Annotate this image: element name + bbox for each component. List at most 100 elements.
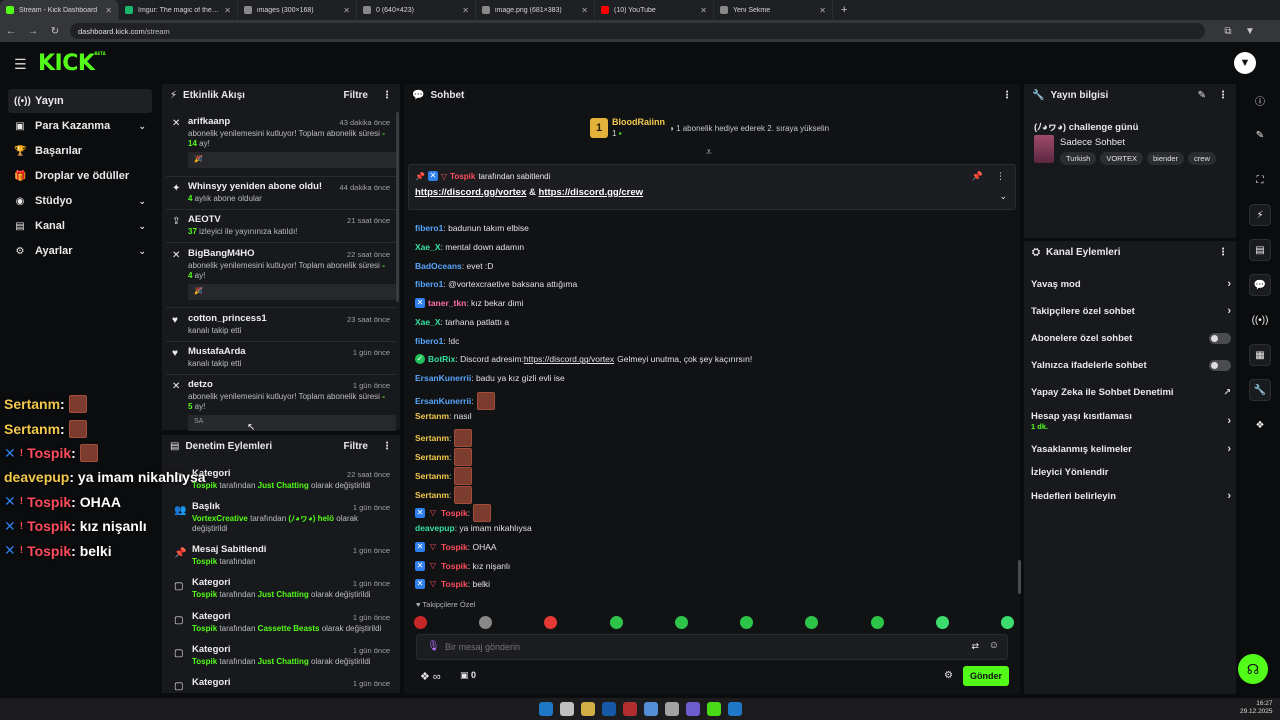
sparkle-icon[interactable]: ❖	[1249, 414, 1271, 436]
more-icon[interactable]: ⋮	[1218, 247, 1228, 258]
chevron-right-icon[interactable]: ›	[1227, 305, 1231, 317]
chat-scrollbar[interactable]	[1018, 560, 1021, 594]
taskbar-app-icon[interactable]	[601, 702, 616, 716]
chat-link[interactable]: https://discord.gg/vortex	[524, 354, 614, 364]
stream-tag[interactable]: crew	[1188, 152, 1216, 165]
taskbar-app-icon[interactable]	[580, 702, 595, 716]
more-icon[interactable]: ⋮	[1002, 90, 1012, 101]
chat-message[interactable]: ✕ ▽ Tospik:	[415, 504, 492, 523]
stream-tag[interactable]: biender	[1147, 152, 1185, 165]
channel-action-5[interactable]: Hesap yaşı kısıtlaması 1 dk. ›	[1031, 411, 1231, 431]
expand-icon[interactable]: ⌄	[999, 191, 1007, 202]
sidebar-item-başarılar[interactable]: 🏆 Başarılar	[8, 139, 152, 163]
chat-message[interactable]: ✓ BotRix: Discord adresim: https://discor…	[415, 354, 752, 365]
close-icon[interactable]: ✕	[343, 6, 350, 15]
new-tab-button[interactable]: +	[833, 4, 855, 16]
external-link-icon[interactable]: ↗	[1223, 387, 1231, 398]
edit-icon[interactable]: ✎	[1198, 90, 1206, 101]
chat-message[interactable]: ErsanKunerrii:	[415, 391, 495, 410]
moderation-item[interactable]: ▢ Kategori 1 gün önce Tospik tarafından Jus…	[166, 577, 396, 600]
moderation-item[interactable]: ▢ Kategori 1 gün önce Tospik tarafından Jus…	[166, 644, 396, 667]
taskbar-app-icon[interactable]	[727, 702, 742, 716]
chat-message[interactable]: Sertanm:	[415, 466, 473, 485]
kick-logo[interactable]: KICKBETA	[38, 51, 106, 76]
chat-username[interactable]: Tospik	[441, 579, 468, 589]
moderation-icon[interactable]: ▤	[1249, 239, 1271, 261]
pinned-link-vortex[interactable]: https://discord.gg/vortex	[415, 187, 526, 198]
chat-username[interactable]: deavepup	[415, 523, 455, 533]
chat-message[interactable]: deavepup: ya imam nikahlıysa	[415, 523, 532, 533]
chevron-down-icon[interactable]: ⌄	[138, 221, 146, 232]
fullscreen-icon[interactable]: ⛶	[1249, 169, 1271, 191]
back-icon[interactable]: ←	[0, 26, 22, 37]
channel-action-8[interactable]: Hedefleri belirleyin ›	[1031, 490, 1231, 502]
moderation-item[interactable]: ▢ Kategori 1 gün önce Tospik tarafından Cas…	[166, 611, 396, 634]
chat-message[interactable]: Xae_X: tarhana patlattı a	[415, 317, 509, 327]
chat-username[interactable]: Sertanm	[415, 452, 449, 462]
chat-username[interactable]: Tospik	[441, 508, 468, 518]
chat-message[interactable]: ✕ ▽ Tospik: belki	[415, 579, 490, 590]
browser-tab[interactable]: images (300×168) ✕	[238, 0, 357, 20]
channel-action-4[interactable]: Yapay Zeka ile Sohbet Denetimi ↗	[1031, 387, 1231, 398]
points-display[interactable]: ▣ 0	[460, 670, 476, 681]
chat-message[interactable]: ✕ ▽ Tospik: OHAA	[415, 541, 497, 552]
chevron-right-icon[interactable]: ›	[1227, 278, 1231, 290]
chat-username[interactable]: taner_tkn	[428, 298, 466, 308]
toggle-switch[interactable]	[1209, 333, 1231, 344]
microphone-icon[interactable]: 🎙	[427, 641, 440, 652]
close-icon[interactable]: ✕	[462, 6, 469, 15]
avatar[interactable]: ▼	[1234, 52, 1256, 74]
chat-message[interactable]: Sertanm:	[415, 448, 473, 466]
collapse-icon[interactable]: ⩡	[706, 147, 712, 158]
chat-message[interactable]: BadOceans: evet :D	[415, 261, 493, 271]
chevron-right-icon[interactable]: ›	[1227, 443, 1231, 455]
sparkle-icon[interactable]: ❖ ∞	[420, 670, 441, 683]
translate-icon[interactable]: ⇄	[971, 641, 979, 652]
browser-tab[interactable]: 0 (640×423) ✕	[357, 0, 476, 20]
emote-icon[interactable]	[1000, 615, 1014, 629]
chevron-right-icon[interactable]: ›	[1227, 490, 1231, 502]
emote-icon[interactable]	[740, 615, 754, 629]
chevron-down-icon[interactable]: ⌄	[138, 121, 146, 132]
unpin-icon[interactable]: 📌	[972, 171, 983, 182]
scrollbar[interactable]	[396, 112, 399, 302]
info-icon[interactable]: ⓘ	[1249, 89, 1271, 111]
profile-icon[interactable]: ▼	[1239, 26, 1261, 37]
gift-leader-name[interactable]: BloodRaiinn	[612, 117, 665, 127]
chat-message[interactable]: ✕ taner_tkn: kız bekar dimi	[415, 298, 523, 308]
emote-icon[interactable]	[609, 615, 623, 629]
activity-event[interactable]: ⇪ AEOTV 21 saat önce 37 izleyici ile yayını…	[166, 214, 396, 237]
chat-username[interactable]: Sertanm	[415, 433, 449, 443]
moderator-name[interactable]: Tospik	[192, 624, 217, 633]
send-button[interactable]: Gönder	[963, 666, 1009, 686]
emote-icon[interactable]	[935, 615, 949, 629]
more-icon[interactable]: ⋮	[382, 90, 392, 101]
activity-event[interactable]: ✦ Whinsyy yeniden abone oldu! 44 dakika ön…	[166, 181, 396, 204]
activity-feed-icon[interactable]: ⚡	[1249, 204, 1271, 226]
broadcast-icon[interactable]: ((•))	[1249, 309, 1271, 331]
activity-event[interactable]: ♥ cotton_princess1 23 saat önce kanalı taki…	[166, 313, 396, 336]
emote-icon[interactable]	[414, 615, 427, 629]
close-icon[interactable]: ✕	[581, 6, 588, 15]
more-icon[interactable]: ⋮	[1218, 90, 1228, 101]
taskbar-app-icon[interactable]	[706, 702, 721, 716]
pinned-by-user[interactable]: Tospik	[450, 172, 475, 181]
stack-icon[interactable]: ▦	[1249, 344, 1271, 366]
more-icon[interactable]: ⋮	[996, 171, 1005, 182]
chevron-down-icon[interactable]: ⌄	[138, 196, 146, 207]
channel-action-2[interactable]: Abonelere özel sohbet	[1031, 333, 1231, 344]
activity-filter-button[interactable]: Filtre	[344, 90, 368, 101]
taskbar-app-icon[interactable]	[685, 702, 700, 716]
chevron-right-icon[interactable]: ›	[1227, 415, 1231, 427]
moderator-name[interactable]: VortexCreative	[192, 514, 248, 523]
stream-tag[interactable]: VORTEX	[1100, 152, 1144, 165]
close-icon[interactable]: ✕	[105, 6, 112, 15]
activity-event[interactable]: ✕ BigBangM4HO 22 saat önce abonelik yenilem…	[166, 248, 396, 300]
browser-tab[interactable]: (10) YouTube ✕	[595, 0, 714, 20]
channel-action-6[interactable]: Yasaklanmış kelimeler ›	[1031, 443, 1231, 455]
emote-icon[interactable]	[870, 615, 884, 629]
moderation-item[interactable]: 👥 Başlık 1 gün önce VortexCreative tarafınd…	[166, 501, 396, 534]
browser-tab[interactable]: Yeni Sekme ✕	[714, 0, 833, 20]
sidebar-item-stüdyo[interactable]: ◉ Stüdyo ⌄	[8, 189, 152, 213]
taskbar-app-icon[interactable]	[538, 702, 553, 716]
